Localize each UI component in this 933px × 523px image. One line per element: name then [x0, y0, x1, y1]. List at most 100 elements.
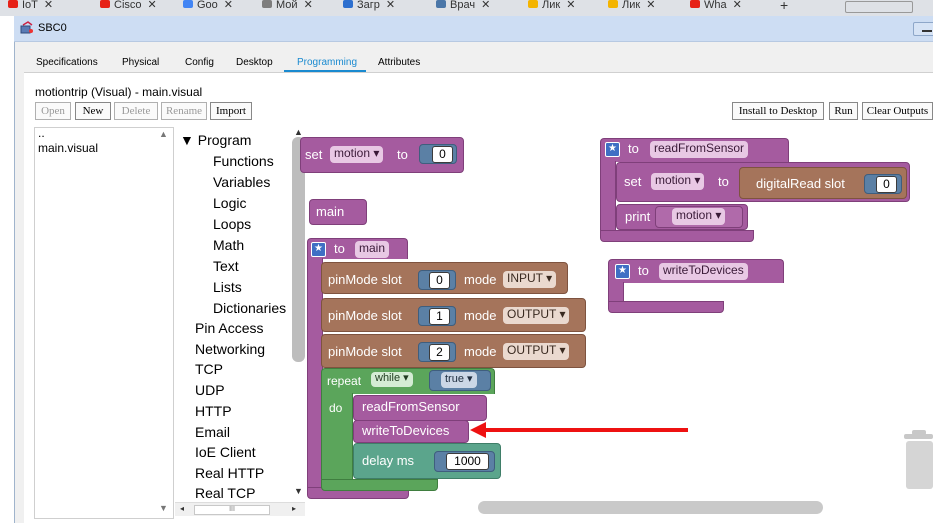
- new-tab-button[interactable]: +: [780, 0, 788, 16]
- block-label: mode: [464, 308, 497, 323]
- block-label: set: [305, 147, 323, 162]
- toolbox-real-http[interactable]: Real HTTP: [195, 465, 264, 481]
- close-icon[interactable]: ✕: [386, 0, 395, 11]
- function-name-field[interactable]: readFromSensor: [650, 141, 749, 158]
- block-label: readFromSensor: [362, 399, 460, 414]
- scroll-down-icon[interactable]: ▼: [294, 486, 303, 496]
- tab-desktop[interactable]: Desktop: [236, 57, 273, 68]
- block-label: writeToDevices: [362, 423, 450, 438]
- scroll-down-icon[interactable]: ▼: [159, 503, 168, 513]
- browser-tab[interactable]: Мой ✕: [262, 0, 313, 16]
- number-field[interactable]: 0: [876, 176, 897, 193]
- number-field[interactable]: 1: [429, 308, 450, 325]
- toolbox-udp[interactable]: UDP: [195, 382, 225, 398]
- import-button[interactable]: Import: [210, 102, 252, 120]
- browser-tab-strip: IoT ✕ Cisco ✕ Goo ✕ Мой ✕ Загр ✕ Врач ✕ Лик ✕ Л…: [0, 0, 933, 16]
- close-icon[interactable]: ✕: [44, 0, 53, 11]
- browser-tab[interactable]: Cisco ✕: [100, 0, 157, 16]
- close-icon[interactable]: ✕: [481, 0, 490, 11]
- star-icon[interactable]: ★: [311, 242, 326, 257]
- browser-tab[interactable]: Wha ✕: [690, 0, 742, 16]
- number-field[interactable]: 0: [432, 146, 453, 163]
- parent-directory-item[interactable]: ..: [38, 127, 45, 139]
- variable-dropdown[interactable]: motion ▾: [651, 173, 705, 190]
- toolbox-tcp[interactable]: TCP: [195, 361, 223, 377]
- toolbox-real-tcp[interactable]: Real TCP: [195, 485, 255, 501]
- close-icon[interactable]: ✕: [224, 0, 233, 11]
- toolbox-functions[interactable]: Functions: [213, 153, 274, 169]
- tab-specifications[interactable]: Specifications: [36, 57, 98, 68]
- browser-tab[interactable]: IoT ✕: [8, 0, 53, 16]
- window-controls[interactable]: [845, 1, 913, 13]
- browser-tab[interactable]: Загр ✕: [343, 0, 395, 16]
- close-icon[interactable]: ✕: [566, 0, 575, 11]
- scroll-up-icon[interactable]: ▲: [294, 127, 303, 137]
- number-field[interactable]: 2: [429, 344, 450, 361]
- annotation-arrow-line: [484, 428, 688, 432]
- mode-dropdown[interactable]: OUTPUT ▾: [503, 307, 570, 324]
- toolbox-dictionaries[interactable]: Dictionaries: [213, 300, 286, 316]
- tab-config[interactable]: Config: [185, 57, 214, 68]
- browser-tab[interactable]: Лик ✕: [528, 0, 575, 16]
- vk-icon: [436, 0, 446, 8]
- toolbox-email[interactable]: Email: [195, 424, 230, 440]
- star-icon[interactable]: ★: [605, 142, 620, 157]
- function-name-field[interactable]: writeToDevices: [659, 263, 748, 280]
- toolbox-loops[interactable]: Loops: [213, 216, 251, 232]
- toolbox-networking[interactable]: Networking: [195, 341, 265, 357]
- block-label: do: [329, 401, 343, 415]
- close-icon[interactable]: ✕: [148, 0, 157, 11]
- new-button[interactable]: New: [75, 102, 111, 120]
- tab-attributes[interactable]: Attributes: [378, 57, 420, 68]
- open-button[interactable]: Open: [35, 102, 71, 120]
- delete-button[interactable]: Delete: [114, 102, 158, 120]
- block-label: pinMode slot: [328, 308, 402, 323]
- loop-mode-dropdown[interactable]: while ▾: [371, 372, 413, 387]
- tab-physical[interactable]: Physical: [122, 57, 159, 68]
- close-icon[interactable]: ✕: [646, 0, 655, 11]
- scroll-right-icon[interactable]: ▸: [292, 504, 296, 513]
- scroll-up-icon[interactable]: ▲: [159, 129, 168, 139]
- file-item-main-visual[interactable]: main.visual: [38, 141, 98, 155]
- minimize-button[interactable]: [913, 22, 933, 36]
- tab-programming[interactable]: Programming: [297, 57, 357, 68]
- boolean-dropdown[interactable]: true ▾: [441, 372, 477, 388]
- star-icon[interactable]: ★: [615, 264, 630, 279]
- function-name-field[interactable]: main: [355, 241, 390, 258]
- browser-tab[interactable]: Goo ✕: [183, 0, 233, 16]
- file-list: [34, 127, 174, 519]
- block-label: to: [628, 141, 639, 156]
- toolbox-variables[interactable]: Variables: [213, 174, 270, 190]
- clear-outputs-button[interactable]: Clear Outputs: [862, 102, 933, 120]
- block-label: to: [397, 147, 408, 162]
- toolbox-lists[interactable]: Lists: [213, 279, 242, 295]
- number-field[interactable]: 1000: [446, 453, 489, 470]
- youtube-icon: [100, 0, 110, 8]
- trash-icon[interactable]: [902, 428, 933, 490]
- toolbox-math[interactable]: Math: [213, 237, 244, 253]
- toolbox-logic[interactable]: Logic: [213, 195, 246, 211]
- mode-dropdown[interactable]: OUTPUT ▾: [503, 343, 570, 360]
- toolbox-ioe-client[interactable]: IoE Client: [195, 444, 256, 460]
- workspace-horizontal-scrollbar[interactable]: [478, 501, 823, 514]
- variable-dropdown[interactable]: motion ▾: [672, 208, 726, 225]
- number-field[interactable]: 0: [429, 272, 450, 289]
- repeat-while-footer: [321, 479, 438, 491]
- install-to-desktop-button[interactable]: Install to Desktop: [732, 102, 824, 120]
- variable-dropdown[interactable]: motion ▾: [330, 146, 384, 163]
- scroll-left-icon[interactable]: ◂: [180, 504, 184, 513]
- browser-tab[interactable]: Лик ✕: [608, 0, 655, 16]
- close-icon[interactable]: ✕: [304, 0, 313, 11]
- run-button[interactable]: Run: [829, 102, 858, 120]
- device-icon: [20, 21, 33, 34]
- toolbox-pin-access[interactable]: Pin Access: [195, 320, 263, 336]
- toolbox-text[interactable]: Text: [213, 258, 239, 274]
- browser-tab[interactable]: Врач ✕: [436, 0, 490, 16]
- read-from-sensor-definition-footer: [600, 230, 754, 242]
- toolbox-http[interactable]: HTTP: [195, 403, 232, 419]
- rename-button[interactable]: Rename: [161, 102, 207, 120]
- scrollbar-thumb[interactable]: III: [194, 505, 270, 515]
- close-icon[interactable]: ✕: [733, 0, 742, 11]
- mode-dropdown[interactable]: INPUT ▾: [503, 271, 557, 288]
- toolbox-program[interactable]: ▼ Program: [180, 132, 251, 148]
